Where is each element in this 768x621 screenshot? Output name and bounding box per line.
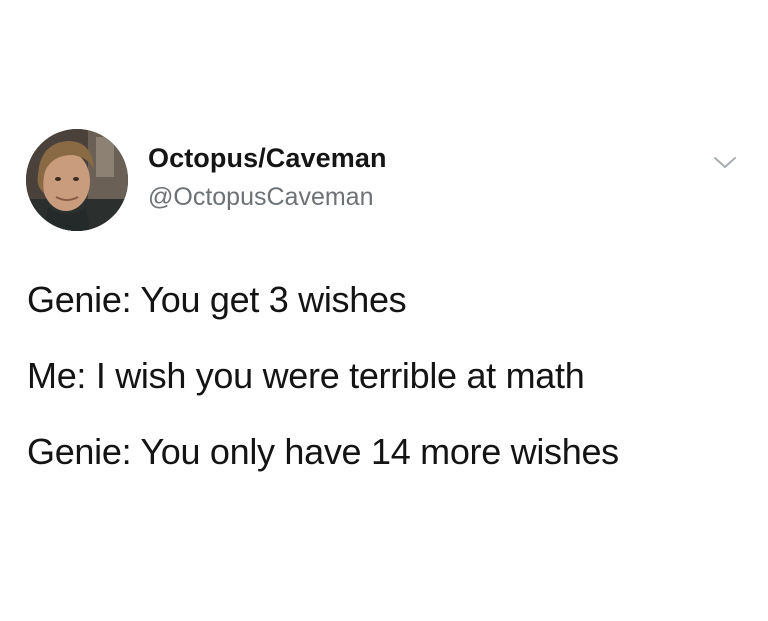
avatar-photo: [26, 129, 128, 231]
tweet-line: Genie: You only have 14 more wishes: [27, 431, 619, 472]
tweet-card: Octopus/Caveman @OctopusCaveman Genie: Y…: [0, 0, 768, 621]
tweet-line: Genie: You get 3 wishes: [27, 279, 407, 320]
author-avatar[interactable]: [26, 129, 128, 231]
author-handle[interactable]: @OctopusCaveman: [148, 183, 373, 212]
author-display-name[interactable]: Octopus/Caveman: [148, 143, 387, 174]
tweet-text: Genie: You get 3 wishes Me: I wish you w…: [27, 278, 747, 506]
tweet-line: Me: I wish you were terrible at math: [27, 355, 585, 396]
chevron-down-icon[interactable]: [712, 153, 738, 173]
